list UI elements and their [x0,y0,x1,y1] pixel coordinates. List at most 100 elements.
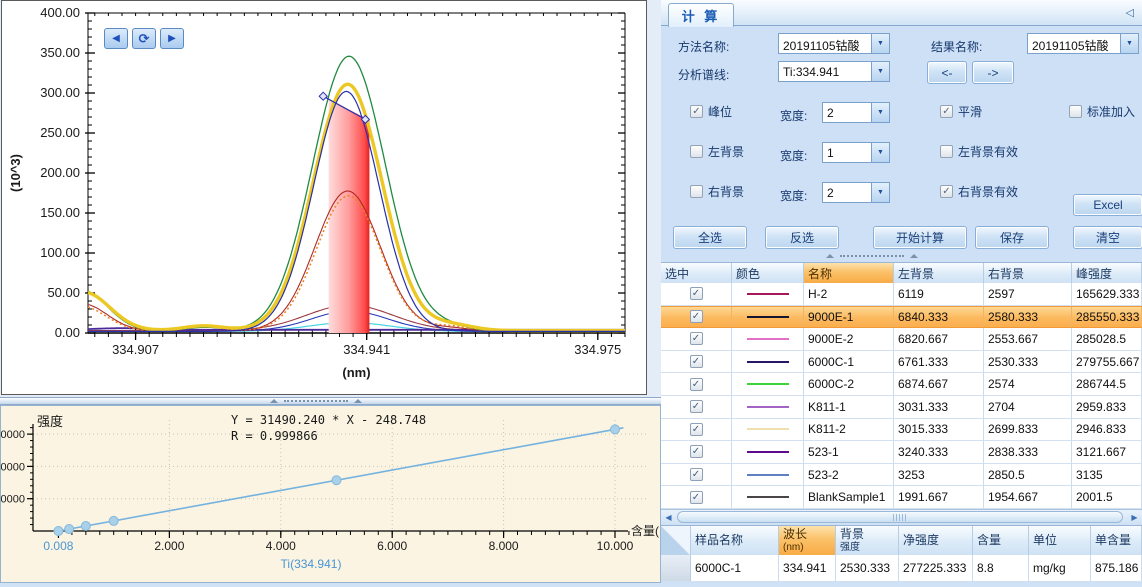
column-header-1[interactable]: 颜色 [732,263,804,283]
tab-calculate[interactable]: 计 算 [668,3,734,27]
table-hscrollbar[interactable]: ◀ ▶ [661,509,1142,524]
scroll-left-icon[interactable]: ◀ [661,510,676,524]
horizontal-splitter[interactable] [0,397,661,405]
standard-addition-checkbox[interactable]: ✓ 标准加入 [1069,103,1135,120]
table-row[interactable]: ✓9000E-26820.6672553.667285028.5 [661,328,1142,351]
row-checkbox-cell: ✓ [661,441,732,463]
sample-column-header-2[interactable]: 背景强度 [836,526,899,555]
row-checkbox[interactable]: ✓ [690,445,703,458]
row-right-bg: 1954.667 [984,486,1072,508]
width1-select[interactable]: 2 ▼ [822,102,890,123]
sample-column-header-1[interactable]: 波长(nm) [779,526,836,555]
splitter-arrow-icon [354,399,362,403]
row-name: 9000E-1 [804,307,894,328]
sample-column-header-3[interactable]: 净强度 [899,526,973,555]
standard-addition-label: 标准加入 [1087,103,1135,120]
row-name: 523-1 [804,441,894,463]
analysis-line-select[interactable]: Ti:334.941 ▼ [778,61,890,82]
unit: mg/kg [1029,555,1091,581]
row-checkbox[interactable]: ✓ [690,287,703,300]
left-background-checkbox[interactable]: ✓ 左背景 [690,143,744,160]
row-left-bg: 6119 [894,283,984,305]
sample-column-header-0[interactable]: 样品名称 [691,526,779,555]
series-color-swatch [747,316,789,318]
collapse-panel-icon[interactable]: ◁ [1126,6,1134,19]
net-intensity: 277225.333 [899,555,973,581]
row-checkbox-cell: ✓ [661,464,732,486]
svg-text:150.00: 150.00 [40,205,80,220]
sample-column-header-4[interactable]: 含量 [973,526,1029,555]
method-name-select[interactable]: 20191105钴酸 ▼ [778,33,890,54]
clear-button[interactable]: 清空 [1073,226,1142,249]
chevron-down-icon[interactable]: ▼ [1120,34,1138,53]
peak-checkbox[interactable]: ✓ 峰位 [690,103,732,120]
left-background-valid-checkbox[interactable]: ✓ 左背景有效 [940,143,1018,160]
column-header-2[interactable]: 名称 [804,263,894,283]
prev-result-button[interactable]: <- [927,61,967,84]
row-checkbox[interactable]: ✓ [690,491,703,504]
result-name-select[interactable]: 20191105钴酸 ▼ [1027,33,1139,54]
svg-text:100.00: 100.00 [40,245,80,260]
next-result-button[interactable]: -> [972,61,1014,84]
column-header-3[interactable]: 左背景 [894,263,984,283]
row-checkbox[interactable]: ✓ [690,468,703,481]
column-header-0[interactable]: 选中 [661,263,732,283]
start-calc-button[interactable]: 开始计算 [873,226,967,249]
splitter-grip [284,400,348,402]
chart-prev-button[interactable]: ◀ [104,28,128,49]
row-checkbox-cell: ✓ [661,419,732,441]
table-row[interactable]: ✓BlankSample11991.6671954.6672001.5 [661,486,1142,509]
svg-text:4.000: 4.000 [266,539,296,553]
chevron-down-icon[interactable]: ▼ [871,62,889,81]
chart-refresh-button[interactable]: ⟳ [132,28,156,49]
row-name: H-2 [804,283,894,305]
column-header-5[interactable]: 峰强度 [1072,263,1142,283]
row-checkbox[interactable]: ✓ [690,332,703,345]
width2-select[interactable]: 1 ▼ [822,142,890,163]
scroll-right-icon[interactable]: ▶ [1127,510,1142,524]
table-row[interactable]: ✓6000C-26874.6672574286744.5 [661,373,1142,396]
row-checkbox[interactable]: ✓ [690,400,703,413]
table-row[interactable]: ✓K811-13031.33327042959.833 [661,396,1142,419]
row-name: 523-2 [804,464,894,486]
select-all-button[interactable]: 全选 [673,226,747,249]
width3-select[interactable]: 2 ▼ [822,182,890,203]
row-right-bg: 2580.333 [984,307,1072,328]
sample-column-header-6[interactable]: 单含量 [1091,526,1142,555]
table-row[interactable]: ✓H-261192597165629.333 [661,283,1142,306]
table-row[interactable]: ✓9000E-16840.3332580.333285550.333 [661,306,1142,329]
right-background-valid-checkbox[interactable]: ✓ 右背景有效 [940,183,1018,200]
chevron-down-icon[interactable]: ▼ [871,103,889,122]
width3-label: 宽度: [780,187,807,204]
table-row[interactable]: ✓523-232532850.53135 [661,464,1142,487]
splitter-arrow-icon [826,254,834,258]
row-checkbox[interactable]: ✓ [690,310,703,323]
save-button[interactable]: 保存 [975,226,1049,249]
excel-button[interactable]: Excel [1073,194,1142,216]
svg-text:6.000: 6.000 [377,539,407,553]
right-background-checkbox[interactable]: ✓ 右背景 [690,183,744,200]
series-color-swatch [747,293,789,295]
row-checkbox[interactable]: ✓ [690,378,703,391]
sample-table-row[interactable]: 6000C-1334.9412530.333277225.3338.8mg/kg… [661,555,1142,582]
table-splitter[interactable] [661,253,1142,261]
row-color-cell [732,373,804,395]
table-row[interactable]: ✓6000C-16761.3332530.333279755.667 [661,351,1142,374]
table-row[interactable]: ✓523-13240.3332838.3333121.667 [661,441,1142,464]
sample-column-header-5[interactable]: 单位 [1029,526,1091,555]
smooth-checkbox[interactable]: ✓ 平滑 [940,103,982,120]
column-header-4[interactable]: 右背景 [984,263,1072,283]
table-row[interactable]: ✓K811-23015.3332699.8332946.833 [661,419,1142,442]
chevron-down-icon[interactable]: ▼ [871,183,889,202]
row-color-cell [732,307,804,328]
chevron-down-icon[interactable]: ▼ [871,34,889,53]
row-checkbox[interactable]: ✓ [690,423,703,436]
row-checkbox-cell: ✓ [661,351,732,373]
chart-next-button[interactable]: ▶ [160,28,184,49]
wavelength: 334.941 [779,555,836,581]
row-checkbox[interactable]: ✓ [690,355,703,368]
invert-selection-button[interactable]: 反选 [765,226,839,249]
chevron-down-icon[interactable]: ▼ [871,143,889,162]
scrollbar-thumb[interactable] [677,511,1123,523]
svg-text:8.000: 8.000 [489,539,519,553]
